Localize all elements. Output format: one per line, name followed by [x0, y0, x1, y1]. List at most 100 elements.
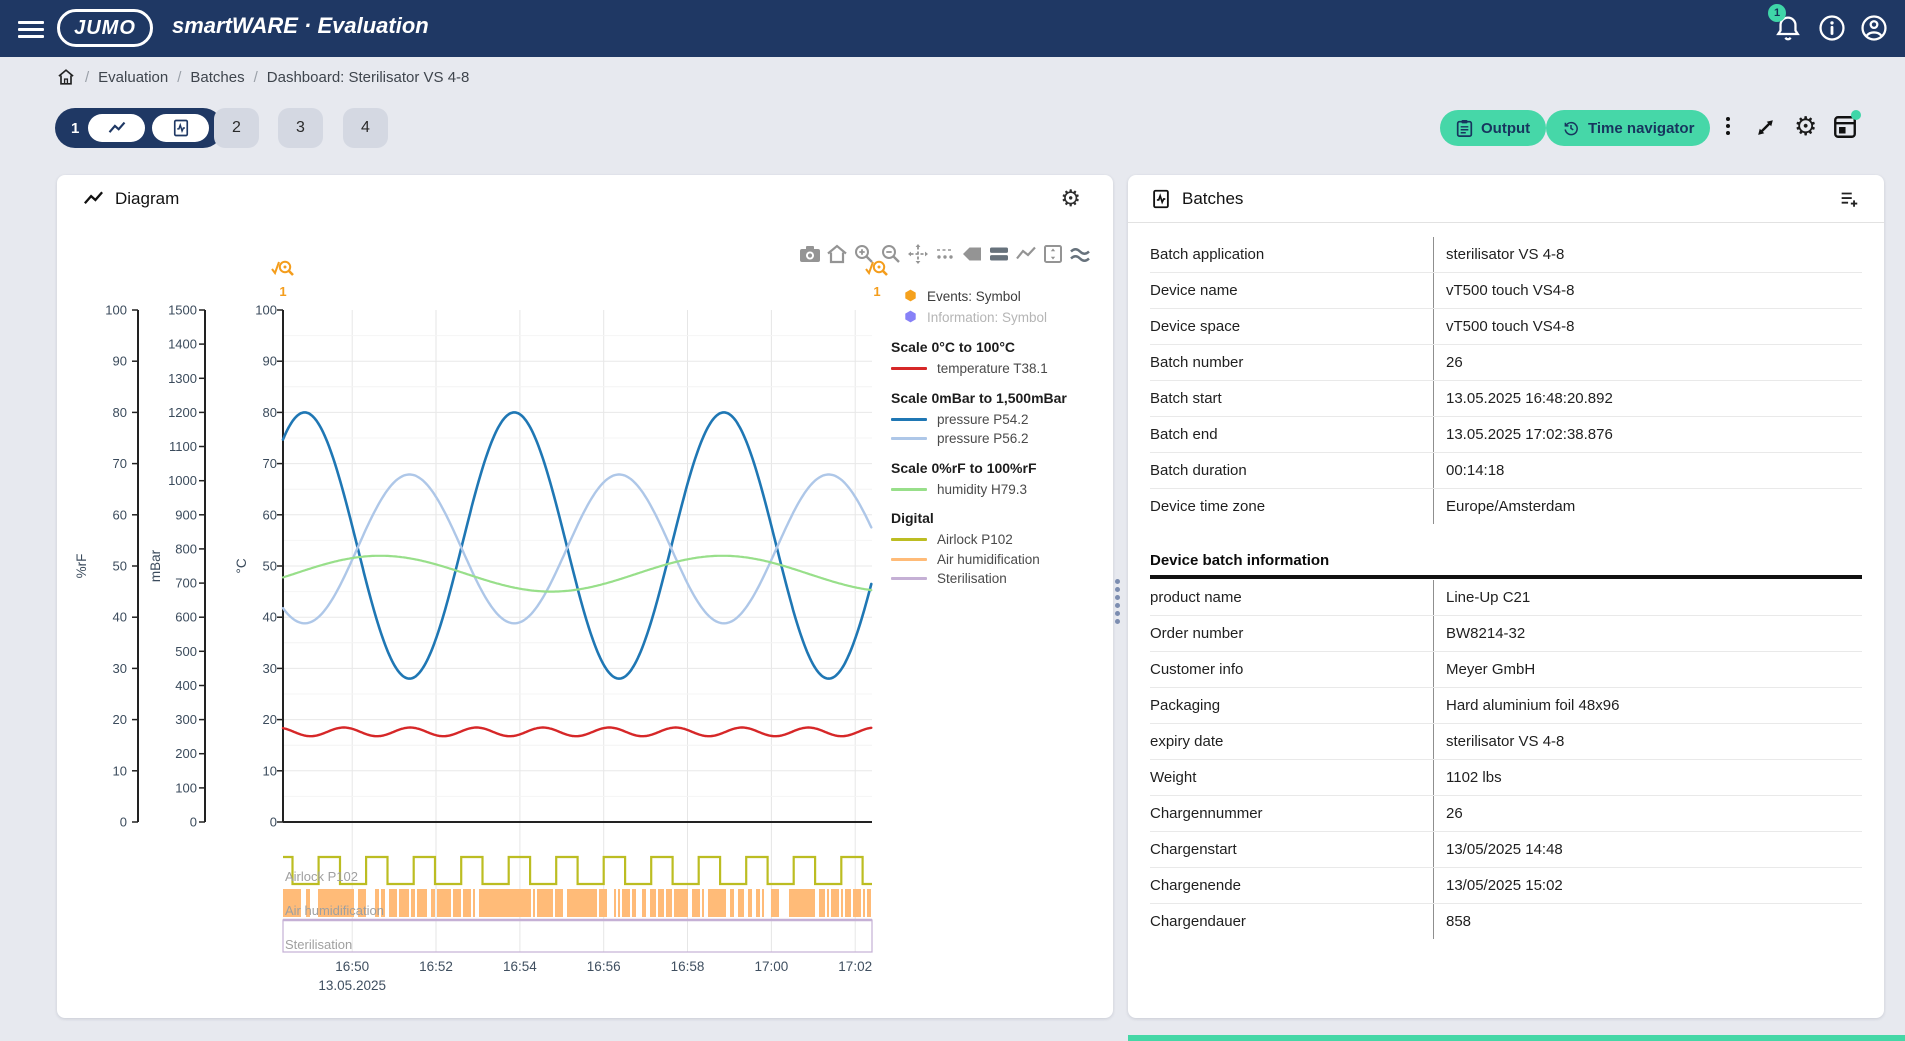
row-value: vT500 touch VS4-8 — [1433, 309, 1862, 344]
compare-icon[interactable] — [1068, 242, 1092, 266]
row-label: Device time zone — [1150, 489, 1433, 524]
row-value: 13.05.2025 16:48:20.892 — [1433, 381, 1862, 416]
time-navigator-button[interactable]: Time navigator — [1546, 110, 1710, 146]
svg-text:16:56: 16:56 — [587, 959, 621, 974]
tab-1-label: 1 — [71, 120, 79, 137]
legend-item[interactable]: pressure P56.2 — [891, 429, 1106, 449]
add-batch-info-button[interactable] — [1838, 188, 1860, 215]
legend-label: Sterilisation — [937, 571, 1007, 586]
row-label: Packaging — [1150, 688, 1433, 723]
row-label: Chargenstart — [1150, 832, 1433, 867]
pan-icon[interactable] — [906, 242, 930, 266]
panel-resize-handle[interactable] — [1113, 576, 1121, 627]
legend-item[interactable]: Air humidification — [891, 550, 1106, 570]
svg-text:16:54: 16:54 — [503, 959, 537, 974]
reset-right-axes-button[interactable]: 1 — [862, 258, 892, 300]
row-value: BW8214-32 — [1433, 616, 1862, 651]
svg-text:30: 30 — [263, 661, 277, 676]
tab-3-label: 3 — [296, 119, 305, 137]
row-value: vT500 touch VS4-8 — [1433, 273, 1862, 308]
row-label: Order number — [1150, 616, 1433, 651]
svg-text:90: 90 — [263, 354, 277, 369]
save-dashboard-button[interactable] — [1832, 114, 1858, 145]
legend-information[interactable]: Information: Symbol — [891, 307, 1106, 328]
svg-text:16:58: 16:58 — [671, 959, 705, 974]
tab-3[interactable]: 3 — [278, 108, 323, 148]
home-icon[interactable] — [56, 67, 76, 87]
row-value: 1102 lbs — [1433, 760, 1862, 795]
output-button[interactable]: Output — [1440, 110, 1546, 146]
legend-item[interactable]: Sterilisation — [891, 569, 1106, 589]
reset-left-axes-button[interactable]: 1 — [268, 258, 298, 300]
fullscreen-button[interactable] — [1752, 114, 1779, 146]
row-label: Customer info — [1150, 652, 1433, 687]
table-row: Batch number26 — [1150, 345, 1862, 381]
svg-text:90: 90 — [113, 354, 127, 369]
row-label: Batch number — [1150, 345, 1433, 380]
horizontal-scrollbar[interactable] — [1128, 1035, 1905, 1041]
jumo-logo[interactable]: JUMO — [57, 9, 153, 47]
row-label: Batch start — [1150, 381, 1433, 416]
legend-item[interactable]: humidity H79.3 — [891, 480, 1106, 500]
autoscale-icon[interactable] — [1041, 242, 1065, 266]
breadcrumb-item[interactable]: Batches — [190, 69, 244, 86]
breadcrumb-item[interactable]: Evaluation — [98, 69, 168, 86]
legend-group-header: Digital — [891, 510, 1106, 530]
tab-2[interactable]: 2 — [214, 108, 259, 148]
legend-label: Air humidification — [937, 552, 1040, 567]
app-screen: JUMO smartWARE · Evaluation 1 — [0, 0, 1905, 1041]
tab-4[interactable]: 4 — [343, 108, 388, 148]
tag-icon[interactable] — [960, 242, 984, 266]
legend-item[interactable]: temperature T38.1 — [891, 359, 1106, 379]
legend-events[interactable]: Events: Symbol — [891, 286, 1106, 307]
info-icon — [1816, 12, 1848, 44]
help-button[interactable] — [1816, 12, 1848, 44]
table-row: Batch end13.05.2025 17:02:38.876 — [1150, 417, 1862, 453]
row-label: Batch end — [1150, 417, 1433, 452]
hexagon-marker-icon — [904, 289, 917, 305]
svg-text:60: 60 — [113, 507, 127, 522]
svg-text:70: 70 — [263, 456, 277, 471]
tab-1-batch-view-button[interactable] — [152, 114, 209, 142]
select-icon[interactable] — [933, 242, 957, 266]
table-row: Chargenstart13/05/2025 14:48 — [1150, 832, 1862, 868]
svg-text:1200: 1200 — [168, 405, 197, 420]
breadcrumb-separator: / — [254, 69, 258, 86]
zoom-reset-icon — [864, 258, 890, 280]
reset-axes-badge: 1 — [862, 285, 892, 298]
menu-icon[interactable] — [18, 17, 44, 39]
svg-text:Sterilisation: Sterilisation — [285, 937, 352, 952]
svg-text:100: 100 — [175, 780, 197, 795]
svg-text:16:52: 16:52 — [419, 959, 453, 974]
home-icon[interactable] — [825, 242, 849, 266]
breadcrumb-item[interactable]: Dashboard: Sterilisator VS 4-8 — [267, 69, 470, 86]
tab-1-active[interactable]: 1 — [55, 108, 223, 148]
svg-text:50: 50 — [113, 559, 127, 574]
svg-text:700: 700 — [175, 576, 197, 591]
row-value: 13.05.2025 17:02:38.876 — [1433, 417, 1862, 452]
more-options-button[interactable] — [1718, 114, 1738, 138]
plot-modebar — [798, 242, 1092, 266]
tab-1-diagram-view-button[interactable] — [88, 114, 145, 142]
camera-icon[interactable] — [798, 242, 822, 266]
account-button[interactable] — [1858, 12, 1890, 44]
settings-button[interactable]: ⚙ — [1794, 113, 1817, 139]
legend-item[interactable]: Airlock P102 — [891, 530, 1106, 550]
legend-group-header: Scale 0%rF to 100%rF — [891, 460, 1106, 480]
legend-item[interactable]: pressure P54.2 — [891, 410, 1106, 430]
svg-text:13.05.2025: 13.05.2025 — [318, 978, 386, 993]
legend-group-header: Scale 0°C to 100°C — [891, 339, 1106, 359]
row-value: 00:14:18 — [1433, 453, 1862, 488]
layers-icon[interactable] — [987, 242, 1011, 266]
table-row: product nameLine-Up C21 — [1150, 580, 1862, 616]
table-row: Customer infoMeyer GmbH — [1150, 652, 1862, 688]
svg-text:0: 0 — [190, 815, 197, 830]
legend-label: pressure P56.2 — [937, 431, 1029, 446]
table-row: Device namevT500 touch VS4-8 — [1150, 273, 1862, 309]
svg-text:800: 800 — [175, 541, 197, 556]
svg-text:60: 60 — [263, 507, 277, 522]
line-chart-icon[interactable] — [1014, 242, 1038, 266]
notifications-button[interactable]: 1 — [1772, 12, 1804, 44]
row-value: Hard aluminium foil 48x96 — [1433, 688, 1862, 723]
row-value: 26 — [1433, 796, 1862, 831]
